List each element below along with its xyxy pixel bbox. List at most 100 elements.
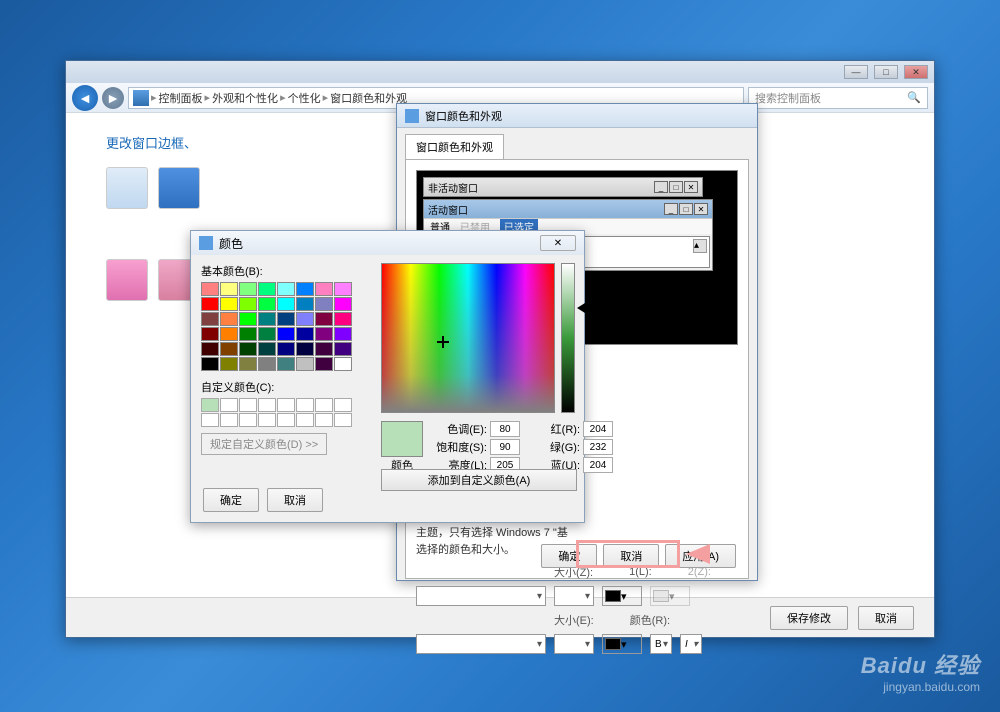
custom-color-cell[interactable] (315, 413, 333, 427)
basic-color-cell[interactable] (220, 357, 238, 371)
basic-color-cell[interactable] (277, 342, 295, 356)
gradient-picker[interactable] (381, 263, 555, 413)
basic-color-cell[interactable] (239, 297, 257, 311)
bc-item[interactable]: 外观和个性化 (212, 90, 278, 106)
color-swatch[interactable] (158, 167, 200, 209)
basic-color-cell[interactable] (239, 312, 257, 326)
custom-color-cell[interactable] (296, 413, 314, 427)
add-custom-color-button[interactable]: 添加到自定义颜色(A) (381, 469, 577, 491)
green-input[interactable] (583, 439, 613, 455)
basic-color-cell[interactable] (258, 327, 276, 341)
color1-dropdown[interactable]: ▾ (602, 586, 642, 606)
blue-input[interactable] (583, 457, 613, 473)
bc-item[interactable]: 个性化 (288, 90, 321, 106)
basic-color-cell[interactable] (277, 327, 295, 341)
color-dialog-titlebar[interactable]: 颜色 ✕ (191, 231, 584, 255)
basic-color-cell[interactable] (258, 357, 276, 371)
color-swatch[interactable] (106, 259, 148, 301)
basic-color-cell[interactable] (315, 297, 333, 311)
basic-color-cell[interactable] (239, 282, 257, 296)
nav-back-button[interactable]: ◄ (72, 85, 98, 111)
custom-color-cell[interactable] (201, 413, 219, 427)
basic-color-cell[interactable] (334, 357, 352, 371)
custom-color-cell[interactable] (239, 413, 257, 427)
basic-color-cell[interactable] (201, 327, 219, 341)
cancel-button[interactable]: 取消 (267, 488, 323, 512)
custom-color-cell[interactable] (296, 398, 314, 412)
basic-color-cell[interactable] (220, 282, 238, 296)
tab-appearance[interactable]: 窗口颜色和外观 (405, 134, 504, 159)
save-button[interactable]: 保存修改 (770, 606, 848, 630)
basic-color-cell[interactable] (239, 342, 257, 356)
basic-color-cell[interactable] (334, 342, 352, 356)
close-button[interactable]: ✕ (540, 235, 576, 251)
custom-color-cell[interactable] (277, 413, 295, 427)
custom-color-cell[interactable] (334, 398, 352, 412)
custom-color-cell[interactable] (258, 413, 276, 427)
custom-color-cell[interactable] (220, 413, 238, 427)
ok-button[interactable]: 确定 (203, 488, 259, 512)
basic-color-cell[interactable] (258, 282, 276, 296)
basic-color-cell[interactable] (315, 342, 333, 356)
basic-color-cell[interactable] (296, 327, 314, 341)
custom-color-cell[interactable] (220, 398, 238, 412)
define-colors-button[interactable]: 规定自定义颜色(D) >> (201, 433, 327, 455)
dialog-titlebar[interactable]: 窗口颜色和外观 (397, 104, 757, 128)
basic-color-cell[interactable] (201, 342, 219, 356)
basic-color-cell[interactable] (220, 312, 238, 326)
basic-color-cell[interactable] (277, 282, 295, 296)
nav-forward-button[interactable]: ► (102, 87, 124, 109)
color-swatch[interactable] (106, 167, 148, 209)
font-dropdown[interactable] (416, 634, 546, 654)
item-dropdown[interactable] (416, 586, 546, 606)
basic-color-cell[interactable] (239, 327, 257, 341)
basic-color-cell[interactable] (277, 297, 295, 311)
custom-color-cell[interactable] (315, 398, 333, 412)
fontsize-dropdown[interactable] (554, 634, 594, 654)
basic-color-cell[interactable] (296, 342, 314, 356)
cancel-button[interactable]: 取消 (603, 544, 659, 568)
bold-button[interactable]: B (650, 634, 672, 654)
basic-color-cell[interactable] (239, 357, 257, 371)
custom-color-cell[interactable] (277, 398, 295, 412)
basic-color-cell[interactable] (220, 297, 238, 311)
basic-color-cell[interactable] (334, 312, 352, 326)
basic-color-cell[interactable] (334, 282, 352, 296)
bc-item[interactable]: 控制面板 (159, 90, 203, 106)
basic-color-cell[interactable] (296, 297, 314, 311)
basic-color-cell[interactable] (296, 312, 314, 326)
basic-color-cell[interactable] (334, 297, 352, 311)
basic-color-cell[interactable] (315, 327, 333, 341)
basic-color-cell[interactable] (258, 312, 276, 326)
custom-color-cell[interactable] (201, 398, 219, 412)
basic-color-cell[interactable] (220, 342, 238, 356)
maximize-button[interactable]: □ (874, 65, 898, 79)
basic-color-cell[interactable] (201, 282, 219, 296)
basic-color-cell[interactable] (296, 282, 314, 296)
custom-color-cell[interactable] (258, 398, 276, 412)
basic-color-cell[interactable] (201, 297, 219, 311)
italic-button[interactable]: I (680, 634, 702, 654)
basic-color-cell[interactable] (201, 357, 219, 371)
basic-color-cell[interactable] (258, 342, 276, 356)
search-input[interactable]: 搜索控制面板 🔍 (748, 87, 928, 109)
cancel-button[interactable]: 取消 (858, 606, 914, 630)
custom-color-cell[interactable] (239, 398, 257, 412)
luminance-bar[interactable] (561, 263, 575, 413)
basic-color-cell[interactable] (296, 357, 314, 371)
basic-color-cell[interactable] (258, 297, 276, 311)
red-input[interactable] (583, 421, 613, 437)
minimize-button[interactable]: — (844, 65, 868, 79)
basic-color-cell[interactable] (220, 327, 238, 341)
sat-input[interactable] (490, 439, 520, 455)
basic-color-cell[interactable] (315, 312, 333, 326)
basic-color-cell[interactable] (277, 357, 295, 371)
ok-button[interactable]: 确定 (541, 544, 597, 568)
close-button[interactable]: ✕ (904, 65, 928, 79)
custom-color-cell[interactable] (334, 413, 352, 427)
basic-color-cell[interactable] (334, 327, 352, 341)
basic-color-cell[interactable] (315, 282, 333, 296)
hue-input[interactable] (490, 421, 520, 437)
size-dropdown[interactable] (554, 586, 594, 606)
basic-color-cell[interactable] (277, 312, 295, 326)
